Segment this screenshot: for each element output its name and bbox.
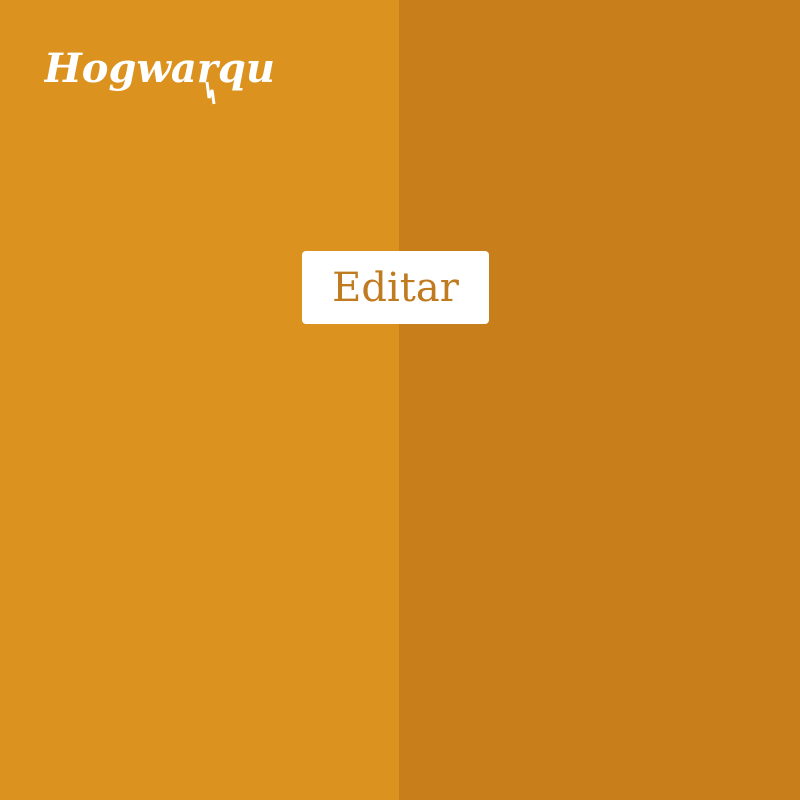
hogwarquiz-logo: Hogwarquiz [44,38,274,106]
app-screen: Hogwarquiz Editar [0,0,800,800]
edit-button[interactable]: Editar [302,251,489,324]
left-panel [0,0,399,800]
logo-text: Hogwarquiz [44,45,274,92]
right-panel [399,0,800,800]
